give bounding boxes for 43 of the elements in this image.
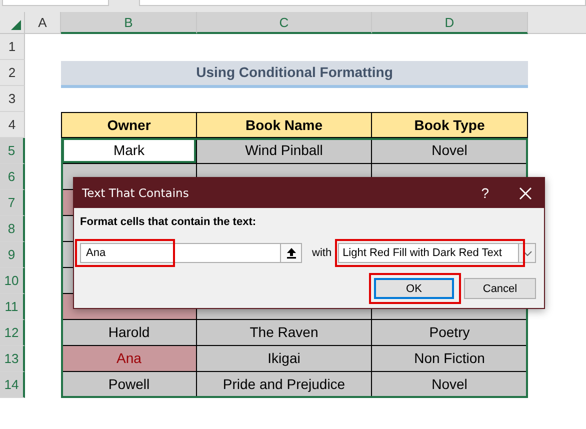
row-header[interactable]: 13 [0, 346, 25, 372]
chevron-down-icon [522, 250, 532, 256]
row-header[interactable]: 6 [0, 164, 25, 190]
column-header[interactable]: A [25, 12, 61, 34]
table-cell: Poetry [372, 320, 528, 346]
select-all-icon[interactable] [11, 20, 21, 30]
row-header[interactable]: 8 [0, 216, 25, 242]
column-header[interactable]: D [372, 12, 528, 34]
row-header[interactable]: 1 [0, 34, 25, 60]
row-header[interactable]: 3 [0, 86, 25, 112]
row-header[interactable]: 5 [0, 138, 25, 164]
table-cell: Harold [61, 320, 197, 346]
dialog-button[interactable]: OK [374, 278, 454, 299]
help-button[interactable]: ? [481, 185, 489, 201]
row-header[interactable]: 10 [0, 268, 25, 294]
row-header[interactable]: 7 [0, 190, 25, 216]
table-cell: Ikigai [197, 346, 372, 372]
table-cell: Wind Pinball [197, 138, 372, 164]
column-heading: Owner [61, 112, 197, 138]
table-cell: The Raven [197, 320, 372, 346]
close-icon[interactable] [519, 186, 532, 200]
row-header[interactable]: 9 [0, 242, 25, 268]
row-header[interactable]: 14 [0, 372, 25, 398]
column-header[interactable]: C [197, 12, 372, 34]
table-cell: Non Fiction [372, 346, 528, 372]
with-label: with [312, 247, 332, 259]
column-heading: Book Name [197, 112, 372, 138]
table-cell: Mark [61, 138, 197, 164]
row-header[interactable]: 2 [0, 60, 25, 86]
table-cell: Novel [372, 138, 528, 164]
dialog-title: Text That Contains [82, 186, 190, 200]
row-header[interactable]: 11 [0, 294, 25, 320]
row-header[interactable]: 12 [0, 320, 25, 346]
table-cell: Ana [61, 346, 197, 372]
table-cell: Novel [372, 372, 528, 398]
column-heading: Book Type [372, 112, 528, 138]
dialog-button[interactable]: Cancel [464, 278, 536, 299]
row-header[interactable]: 4 [0, 112, 25, 138]
sheet-title: Using Conditional Formatting [61, 61, 528, 88]
table-cell: Pride and Prejudice [197, 372, 372, 398]
prompt-label: Format cells that contain the text: [80, 216, 258, 228]
table-cell: Powell [61, 372, 197, 398]
column-header[interactable]: B [61, 12, 197, 34]
